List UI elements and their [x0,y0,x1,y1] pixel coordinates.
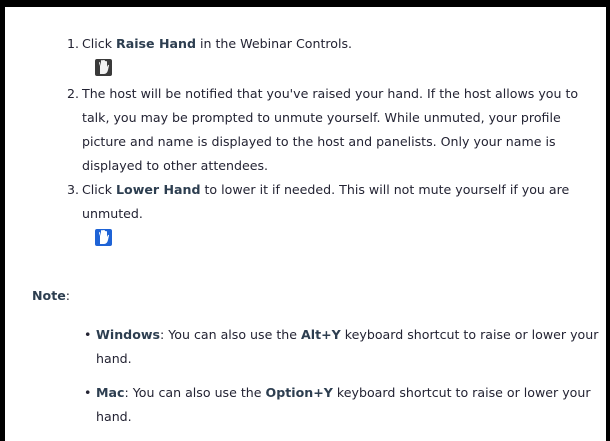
step-text: The host will be notified that you've ra… [82,86,579,173]
notes-list: • Windows: You can also use the Alt+Y ke… [84,323,604,439]
note-text: Windows: You can also use the Alt+Y keyb… [96,327,599,366]
note-windows: • Windows: You can also use the Alt+Y ke… [84,323,604,371]
platform-label: Mac [96,385,125,400]
step-2: 2. The host will be notified that you've… [67,82,597,178]
bullet: • [84,327,92,342]
step-text: Click Lower Hand to lower it if needed. … [82,182,570,221]
raise-hand-label: Raise Hand [116,36,196,51]
article-content: 1. Click Raise Hand in the Webinar Contr… [5,7,606,441]
step-text: Click Raise Hand in the Webinar Controls… [82,36,353,51]
step-1: 1. Click Raise Hand in the Webinar Contr… [67,32,597,82]
lower-hand-icon [95,229,112,246]
step-number: 3. [67,182,80,197]
shortcut-label: Option+Y [265,385,333,400]
bullet: • [84,385,92,400]
platform-label: Windows [96,327,160,342]
lower-hand-label: Lower Hand [116,182,201,197]
raise-hand-icon [95,59,112,76]
step-number: 1. [67,36,80,51]
shortcut-label: Alt+Y [301,327,341,342]
steps-list: 1. Click Raise Hand in the Webinar Contr… [67,32,597,252]
step-3: 3. Click Lower Hand to lower it if neede… [67,178,597,252]
note-mac: • Mac: You can also use the Option+Y key… [84,381,604,429]
note-text: Mac: You can also use the Option+Y keybo… [96,385,591,424]
note-label: Note: [32,288,71,303]
document-frame: 1. Click Raise Hand in the Webinar Contr… [0,0,610,441]
step-number: 2. [67,86,80,101]
